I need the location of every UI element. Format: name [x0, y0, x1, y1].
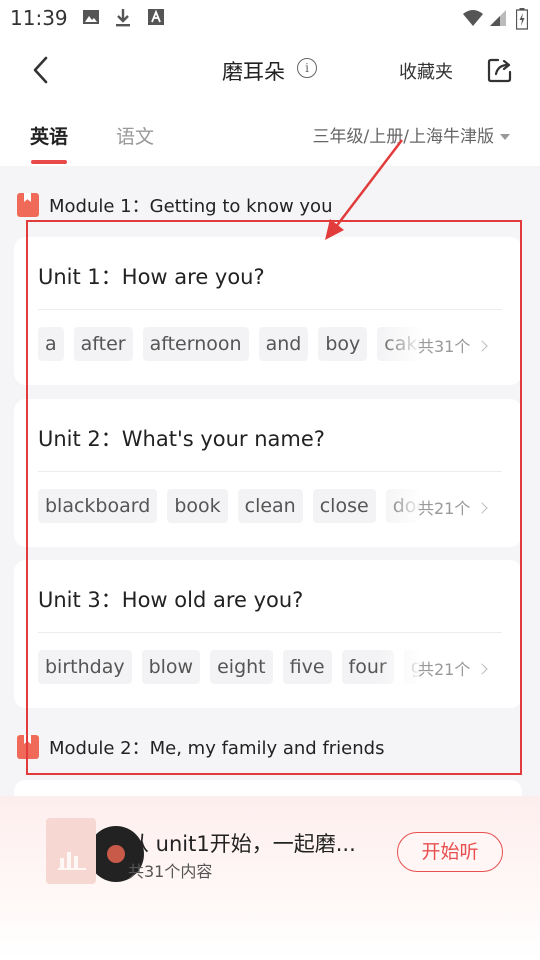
player-title: 从 unit1开始，一起磨...	[128, 832, 356, 856]
wifi-icon	[463, 10, 483, 26]
download-icon	[116, 9, 130, 27]
info-icon[interactable]: i	[297, 58, 317, 78]
subject-tabs: 英语 语文 三年级/上册/上海牛津版	[0, 102, 540, 166]
grade-selector[interactable]: 三年级/上册/上海牛津版	[313, 122, 510, 147]
module-title: Module 1：Getting to know you	[49, 196, 333, 217]
audio-bars-icon	[58, 852, 86, 870]
page-title: 磨耳朵	[222, 60, 285, 84]
caret-down-icon	[500, 134, 510, 140]
annotation-highlight-box	[26, 220, 522, 775]
album-cover	[46, 818, 96, 884]
status-bar: 11:39	[0, 0, 540, 36]
tab-chinese[interactable]: 语文	[116, 122, 154, 149]
grade-selector-label: 三年级/上册/上海牛津版	[312, 127, 494, 147]
favorites-button[interactable]: 收藏夹	[399, 58, 453, 84]
status-time: 11:39	[10, 6, 68, 30]
cellular-signal-icon	[490, 10, 506, 26]
tab-english[interactable]: 英语	[30, 122, 68, 149]
share-icon[interactable]	[486, 56, 514, 84]
audio-player-bar[interactable]: 从 unit1开始，一起磨... 共31个内容 开始听	[0, 796, 540, 960]
image-notification-icon	[83, 10, 99, 24]
app-header: 磨耳朵 i 收藏夹	[0, 36, 540, 102]
active-tab-indicator	[31, 160, 67, 164]
bookmark-icon	[17, 193, 39, 217]
battery-icon	[516, 8, 528, 30]
start-listening-button[interactable]: 开始听	[397, 832, 503, 872]
unit-card[interactable]	[14, 780, 522, 796]
font-notification-icon	[148, 9, 164, 25]
player-subtitle: 共31个内容	[128, 862, 213, 881]
back-arrow-icon[interactable]	[30, 54, 54, 86]
